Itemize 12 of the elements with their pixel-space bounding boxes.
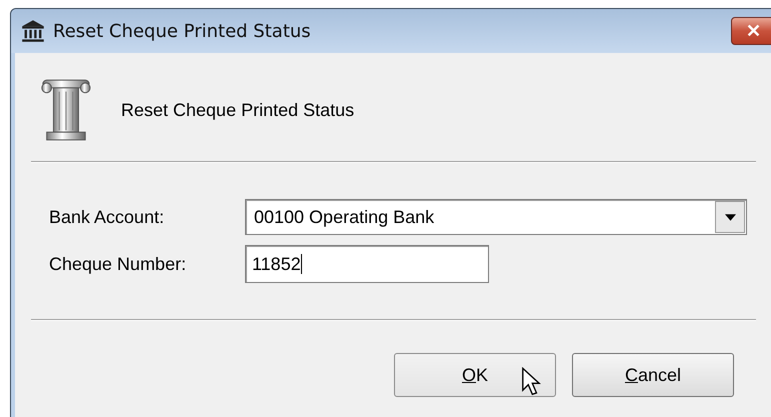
mouse-pointer-icon: [521, 367, 541, 397]
field-label: Bank Account:: [49, 206, 166, 228]
input-field[interactable]: 11852: [245, 245, 489, 283]
column-icon: [39, 78, 93, 142]
dialog-heading: Reset Cheque Printed Status: [121, 100, 354, 120]
dialog-button[interactable]: OK: [394, 353, 556, 397]
window-title: Reset Cheque Printed Status: [53, 20, 311, 42]
bank-icon: [21, 19, 45, 43]
dialog-button[interactable]: Cancel: [572, 353, 734, 397]
close-button[interactable]: ✕: [731, 17, 771, 45]
dropdown-field[interactable]: 00100 Operating Bank: [245, 199, 747, 235]
field-label: Cheque Number:: [49, 254, 188, 274]
